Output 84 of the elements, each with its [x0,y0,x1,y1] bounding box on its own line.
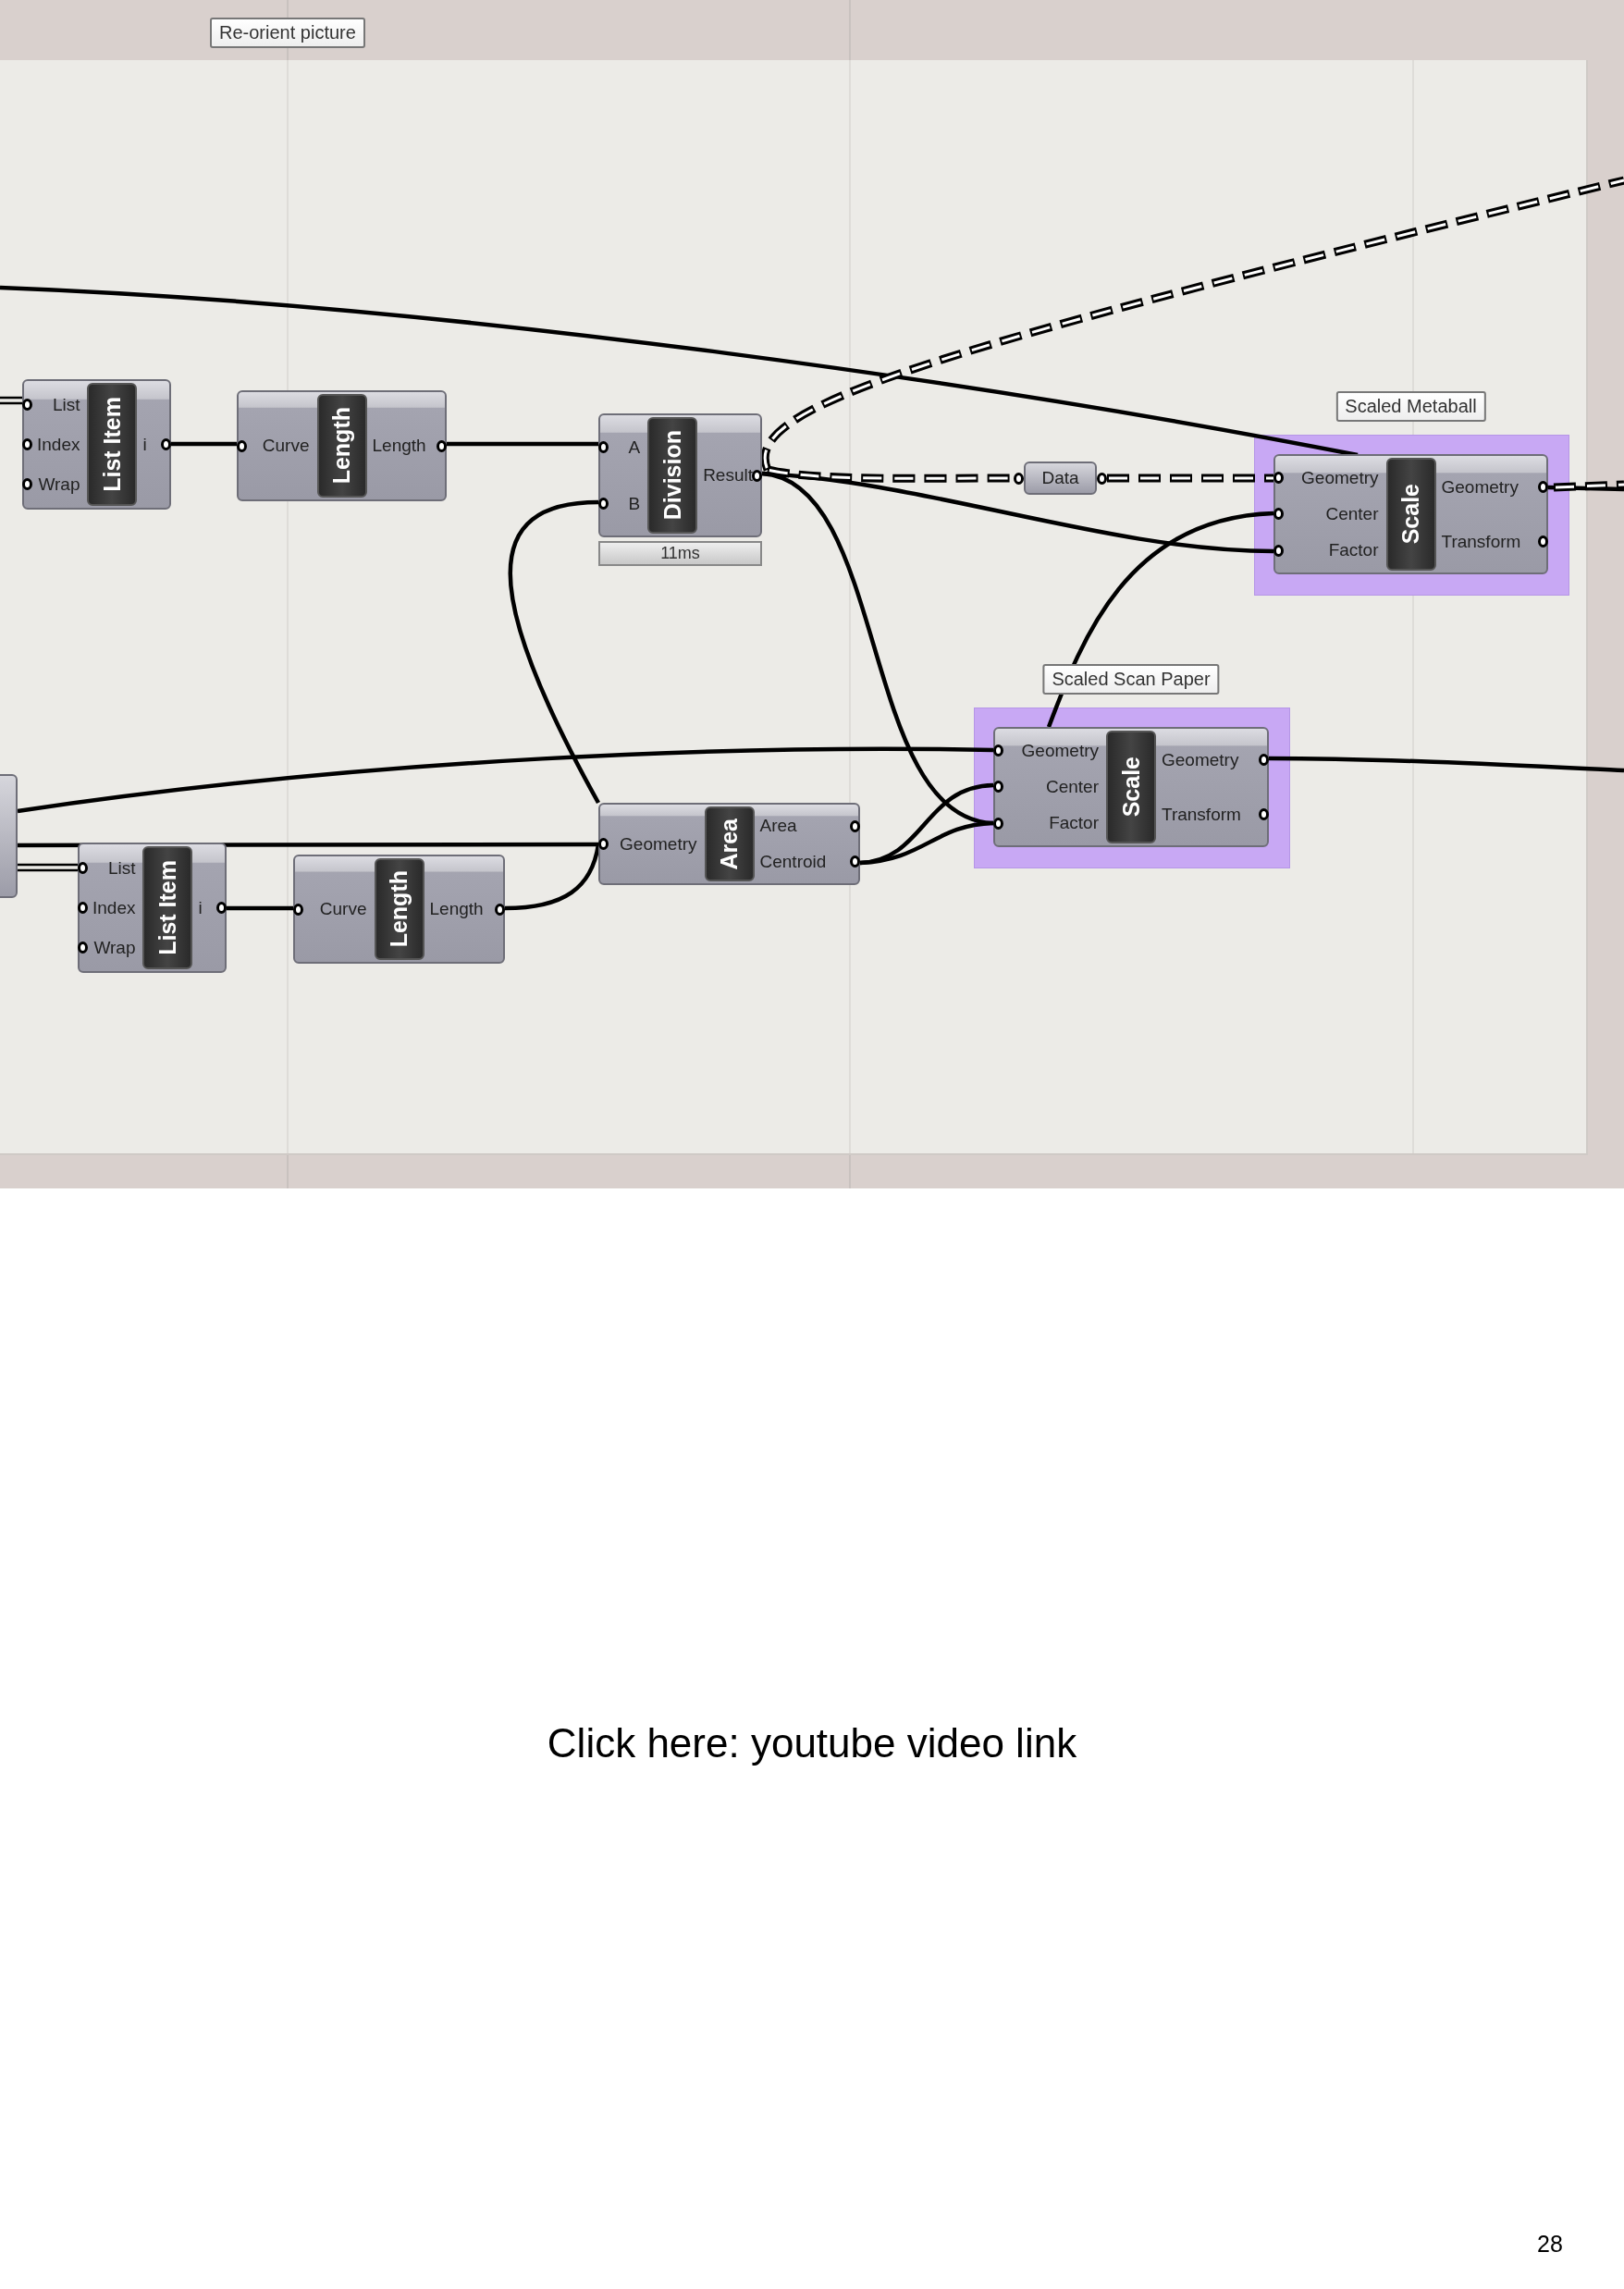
output-port-icon[interactable] [1259,754,1269,766]
input-port-icon[interactable] [1273,508,1284,521]
component-title: Scale [1106,731,1156,843]
output-label: Area [759,816,797,837]
component-node[interactable]: List Index Wrap List Item i [78,843,227,973]
output-port-icon[interactable] [437,439,447,452]
output-label: Transform [1441,531,1521,552]
output-port-icon[interactable] [1259,808,1269,820]
video-link[interactable]: Click here: youtube video link [547,1720,1077,1766]
wire [227,905,293,911]
input-port-icon[interactable] [1273,472,1284,485]
component-node[interactable]: Curve Length Length [293,855,505,964]
output-port-icon[interactable] [1097,472,1107,485]
input-label: Factor [1328,540,1379,561]
output-label: Transform [1162,804,1241,825]
input-port-icon[interactable] [22,399,32,411]
input-label: Wrap [38,474,80,495]
input-label: B [628,493,641,514]
group-label: Scaled Metaball [1335,391,1486,422]
output-label: Geometry [1162,749,1239,770]
component-title: Length [316,394,367,498]
component-title: Area [704,806,755,881]
input-port-icon[interactable] [993,781,1003,794]
input-port-icon[interactable] [1273,544,1284,557]
page-number: 28 [1537,2231,1563,2258]
input-label: List [52,394,80,415]
output-port-icon[interactable] [850,855,860,868]
wire [18,863,78,867]
output-label: Length [429,899,484,919]
input-label: List [107,857,136,879]
input-label: Factor [1049,813,1099,834]
input-label: Curve [319,899,367,919]
output-port-icon[interactable] [1538,535,1548,548]
component-title: Division [647,417,698,534]
output-port-icon[interactable] [161,438,171,450]
output-label: Length [372,436,426,456]
component-title: List Item [87,383,138,506]
input-port-icon[interactable] [78,902,88,914]
input-port-icon[interactable] [598,838,609,850]
data-param[interactable]: Data [1024,461,1097,495]
input-port-icon[interactable] [598,441,609,453]
input-label: Index [37,434,80,455]
input-port-icon[interactable] [993,817,1003,830]
output-label: i [142,434,147,455]
input-port-icon[interactable] [78,941,88,954]
input-port-icon[interactable] [22,438,32,450]
input-label: Geometry [1021,740,1099,761]
wire [18,868,78,872]
input-port-icon[interactable] [22,478,32,490]
group-label: Scaled Scan Paper [1042,664,1220,695]
component-node[interactable]: Geometry Area Area Centroid [598,803,860,885]
component-node[interactable]: List Index Wrap List Item i [22,379,171,510]
output-port-icon[interactable] [495,903,505,916]
input-label: Index [92,897,136,918]
input-label: Geometry [620,833,697,855]
output-port-icon[interactable] [752,469,762,482]
input-label: Center [1045,777,1099,797]
timer-label: 11ms [598,541,762,566]
input-port-icon[interactable] [78,862,88,874]
tooltip-label: Re-orient picture [210,18,365,48]
node-fragment[interactable] [0,774,18,898]
input-port-icon[interactable] [598,498,609,510]
output-port-icon[interactable] [216,902,227,914]
component-node[interactable]: Geometry Center Factor Scale Geometry Transform [1273,454,1548,574]
input-label: A [628,437,641,458]
input-label: Geometry [1301,467,1379,488]
component-node[interactable]: A B Division Result [598,413,762,537]
component-title: List Item [142,846,193,969]
component-node[interactable]: Curve Length Length [237,390,447,501]
output-label: Geometry [1441,476,1519,498]
input-label: Wrap [93,937,136,958]
component-title: Length [374,858,424,960]
output-port-icon[interactable] [850,819,860,832]
output-label: i [198,897,203,918]
input-port-icon[interactable] [237,439,247,452]
component-node[interactable]: Geometry Center Factor Scale Geometry Transform [993,727,1269,847]
output-port-icon[interactable] [1538,481,1548,493]
input-label: Center [1325,504,1379,524]
component-title: Scale [1385,458,1436,571]
input-port-icon[interactable] [293,903,303,916]
output-label: Result [703,465,753,486]
input-port-icon[interactable] [993,745,1003,757]
input-label: Curve [262,436,310,456]
output-label: Centroid [759,851,827,872]
